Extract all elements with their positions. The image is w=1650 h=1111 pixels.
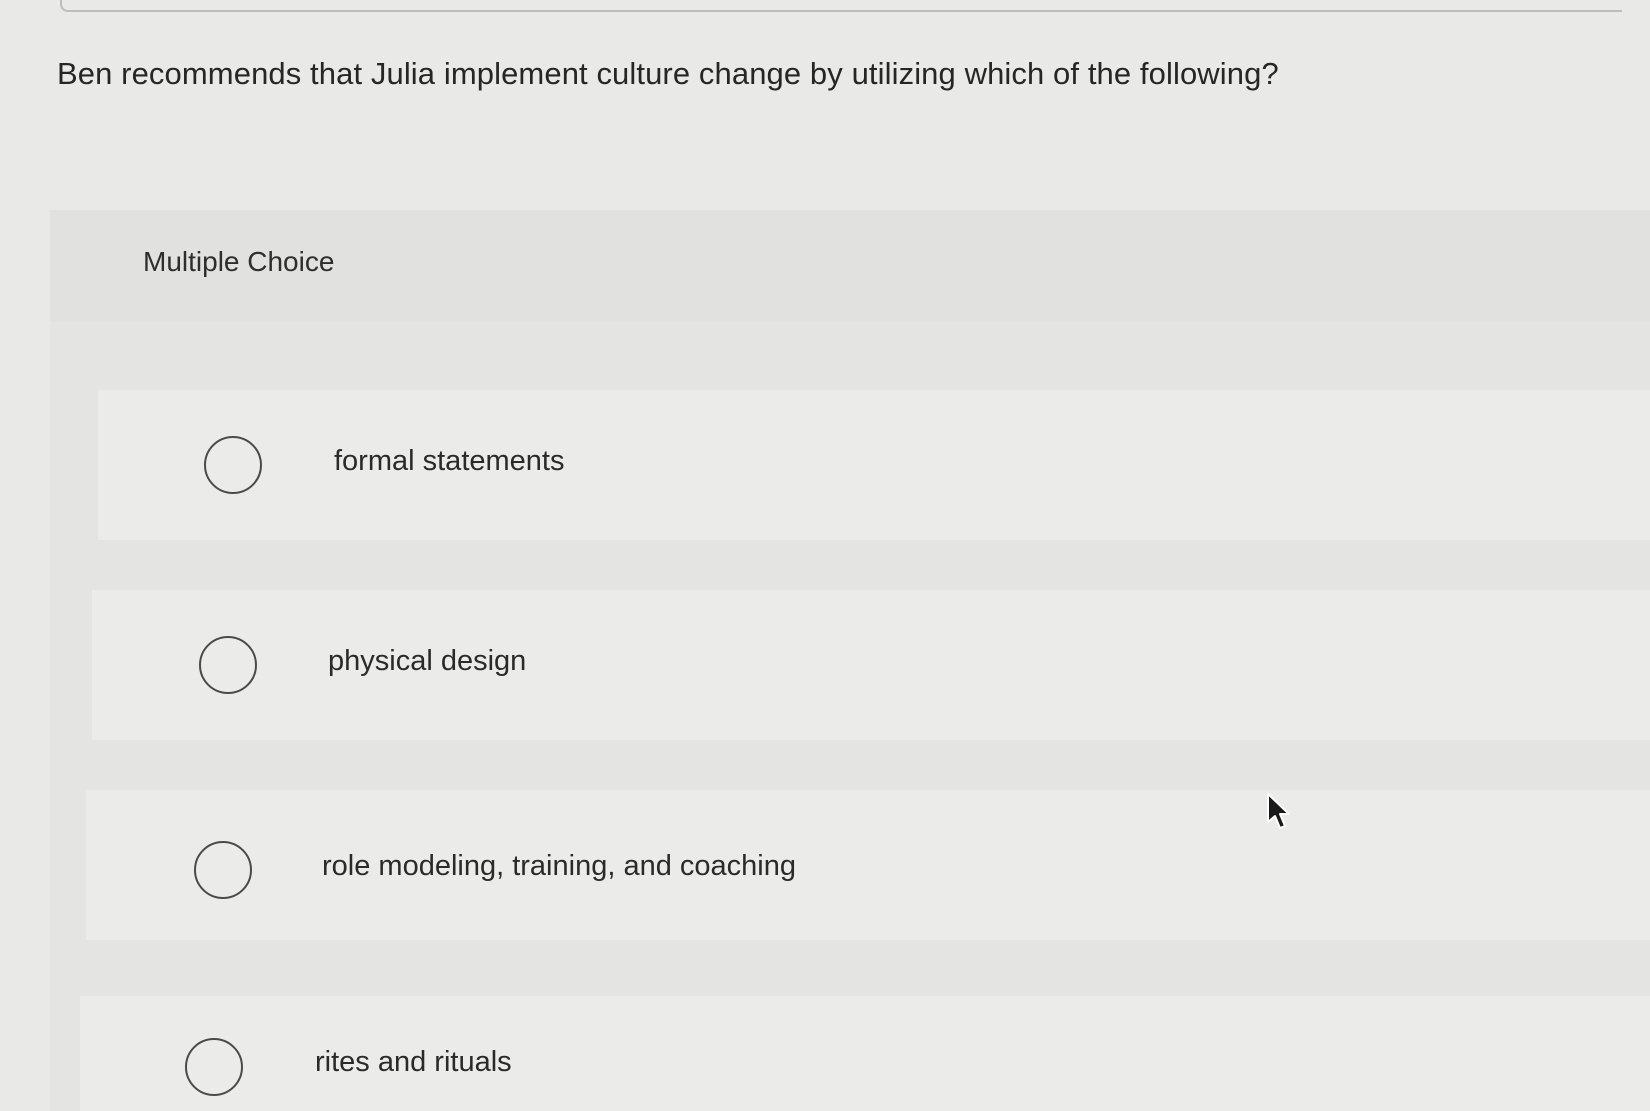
radio-circle-icon[interactable] [199,636,257,694]
choice-label: role modeling, training, and coaching [322,850,796,882]
choice-label: physical design [328,645,527,677]
radio-circle-icon[interactable] [194,841,252,899]
mouse-pointer-icon [1267,793,1290,829]
multiple-choice-panel: Multiple Choice formal statements physic… [50,210,1650,1111]
choice-label: rites and rituals [315,1046,512,1078]
radio-circle-icon[interactable] [204,436,262,494]
top-divider [60,0,1622,12]
question-text: Ben recommends that Julia implement cult… [57,56,1279,91]
choice-option-4[interactable]: rites and rituals [80,996,1650,1111]
choice-option-3[interactable]: role modeling, training, and coaching [86,790,1650,940]
choice-label: formal statements [334,445,565,477]
choice-option-2[interactable]: physical design [92,590,1650,740]
radio-circle-icon[interactable] [185,1038,243,1096]
choice-option-1[interactable]: formal statements [98,390,1650,540]
question-type-label: Multiple Choice [143,246,335,277]
multiple-choice-header: Multiple Choice [50,210,1650,322]
